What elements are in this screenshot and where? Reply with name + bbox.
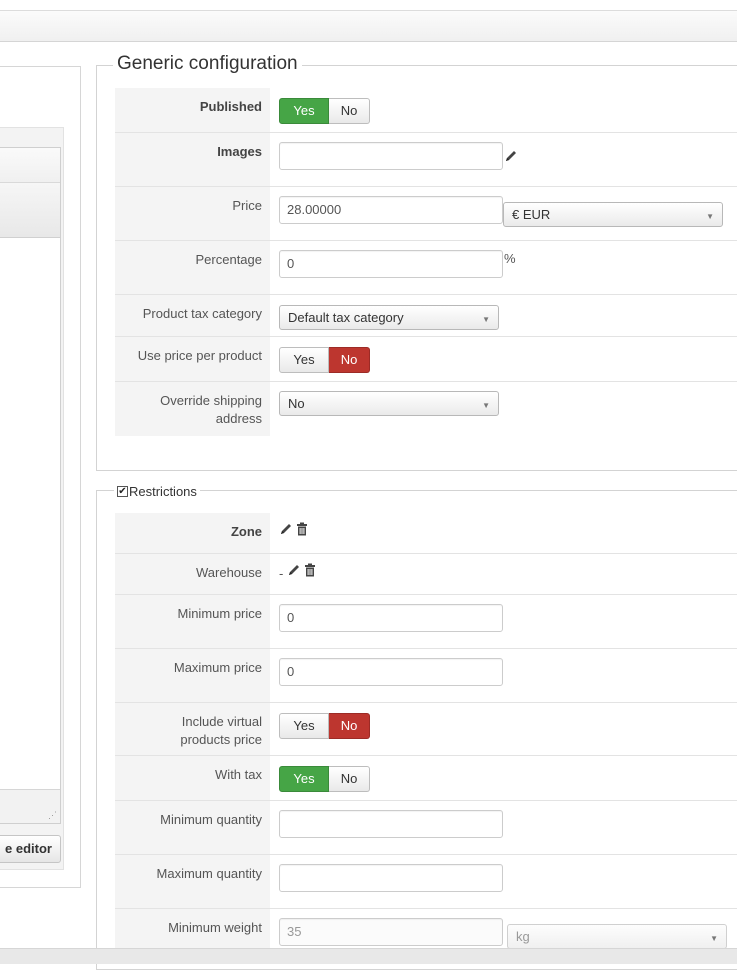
- include-virtual-yes-button[interactable]: Yes: [279, 713, 329, 739]
- currency-select[interactable]: € EUR ▼: [503, 202, 723, 227]
- weight-unit-select[interactable]: kg ▼: [507, 924, 727, 949]
- published-label: Published: [115, 88, 270, 132]
- published-no-button[interactable]: No: [329, 98, 370, 124]
- pencil-icon[interactable]: [287, 563, 301, 577]
- with-tax-toggle: Yes No: [279, 766, 370, 792]
- price-input[interactable]: 28.00000: [279, 196, 503, 224]
- price-label: Price: [115, 187, 270, 240]
- currency-select-value: € EUR: [512, 207, 551, 222]
- min-weight-input[interactable]: 35: [279, 918, 503, 946]
- price-per-product-toggle: Yes No: [279, 347, 370, 373]
- max-quantity-label: Maximum quantity: [115, 855, 270, 908]
- row-with-tax: With tax: [115, 756, 737, 801]
- trash-icon[interactable]: [295, 522, 309, 536]
- price-per-product-yes-button[interactable]: Yes: [279, 347, 329, 373]
- restrictions-legend: ✔ Restrictions: [114, 484, 200, 499]
- tax-category-value: Default tax category: [288, 310, 404, 325]
- warehouse-value: -: [279, 566, 284, 581]
- description-editor[interactable]: ⋰: [0, 147, 61, 824]
- with-tax-yes-button[interactable]: Yes: [279, 766, 329, 792]
- override-shipping-label: Override shipping address: [115, 382, 270, 436]
- min-price-label: Minimum price: [115, 595, 270, 648]
- trash-icon[interactable]: [303, 563, 317, 577]
- editor-toolbar-row: [0, 183, 60, 238]
- max-price-label: Maximum price: [115, 649, 270, 702]
- min-quantity-input[interactable]: [279, 810, 503, 838]
- min-quantity-label: Minimum quantity: [115, 801, 270, 854]
- tax-category-select[interactable]: Default tax category ▼: [279, 305, 499, 330]
- price-per-product-label: Use price per product: [115, 337, 270, 381]
- editor-statusbar: ⋰: [0, 789, 60, 823]
- max-quantity-input[interactable]: [279, 864, 503, 892]
- row-warehouse: Warehouse: [115, 554, 737, 595]
- percentage-unit: %: [504, 251, 516, 266]
- pencil-icon[interactable]: [504, 149, 518, 163]
- include-virtual-no-button[interactable]: No: [329, 713, 370, 739]
- percentage-input[interactable]: 0: [279, 250, 503, 278]
- min-weight-label: Minimum weight: [115, 909, 270, 948]
- bottom-scrollbar[interactable]: [0, 948, 737, 964]
- chevron-down-icon: ▼: [482, 401, 490, 410]
- images-label: Images: [115, 133, 270, 186]
- min-price-input[interactable]: 0: [279, 604, 503, 632]
- with-tax-no-button[interactable]: No: [329, 766, 370, 792]
- chevron-down-icon: ▼: [706, 212, 714, 221]
- toggle-editor-button[interactable]: e editor: [0, 835, 61, 863]
- chevron-down-icon: ▼: [710, 934, 718, 943]
- pencil-icon[interactable]: [279, 522, 293, 536]
- restrictions-legend-label: Restrictions: [129, 484, 197, 499]
- row-price-per-product: Use price per product: [115, 337, 737, 382]
- row-include-virtual: Include virtual products price: [115, 703, 737, 756]
- percentage-label: Percentage: [115, 241, 270, 294]
- published-yes-button[interactable]: Yes: [279, 98, 329, 124]
- chevron-down-icon: ▼: [482, 315, 490, 324]
- override-shipping-value: No: [288, 396, 305, 411]
- generic-configuration-legend: Generic configuration: [113, 53, 302, 75]
- row-published: Published: [115, 88, 737, 133]
- warehouse-label: Warehouse: [115, 554, 270, 594]
- price-per-product-no-button[interactable]: No: [329, 347, 370, 373]
- top-toolbar-bar: [0, 10, 737, 42]
- resize-grip-icon[interactable]: ⋰: [48, 811, 57, 820]
- include-virtual-toggle: Yes No: [279, 713, 370, 739]
- include-virtual-label: Include virtual products price: [115, 703, 270, 755]
- restrictions-checkbox[interactable]: ✔: [117, 486, 128, 497]
- published-toggle: Yes No: [279, 98, 370, 124]
- weight-unit-value: kg: [516, 929, 530, 944]
- tax-category-label: Product tax category: [115, 295, 270, 336]
- zone-label: Zone: [115, 513, 270, 553]
- row-zone: Zone: [115, 513, 737, 554]
- images-field[interactable]: [279, 142, 503, 170]
- editor-toolbar: [0, 148, 60, 183]
- with-tax-label: With tax: [115, 756, 270, 800]
- top-toolbar: [0, 0, 737, 44]
- max-price-input[interactable]: 0: [279, 658, 503, 686]
- override-shipping-select[interactable]: No ▼: [279, 391, 499, 416]
